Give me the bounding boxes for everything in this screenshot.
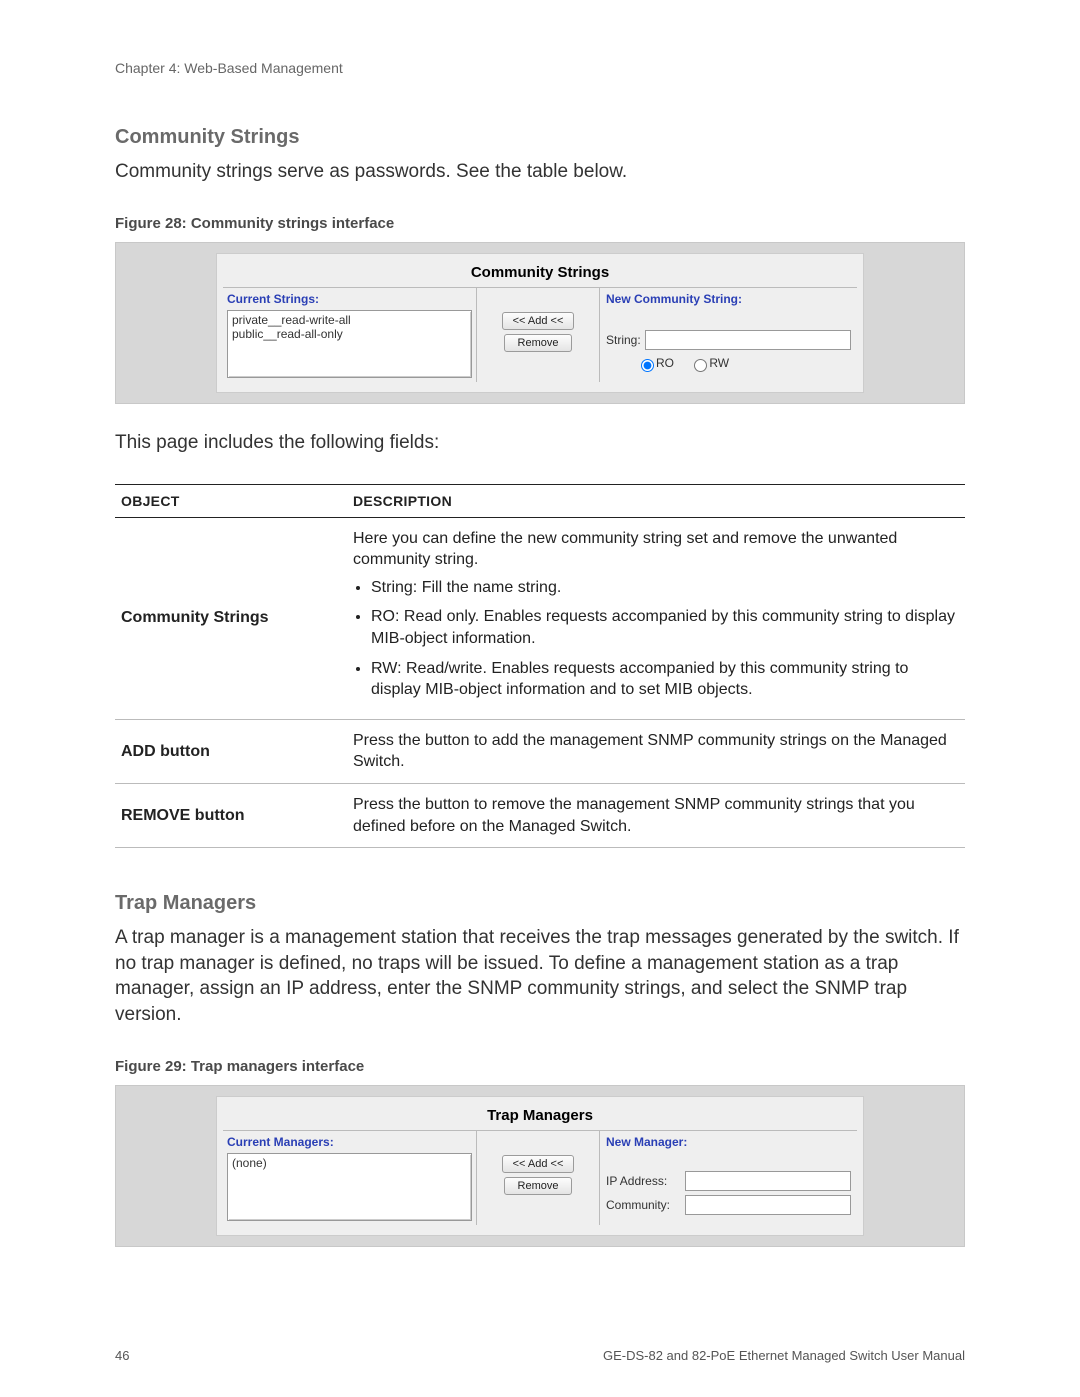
current-strings-label: Current Strings:	[227, 292, 472, 310]
current-strings-listbox[interactable]: private__read-write-all public__read-all…	[227, 310, 472, 378]
radio-ro[interactable]: RO	[636, 356, 674, 370]
ip-address-label: IP Address:	[606, 1174, 681, 1188]
manual-title: GE-DS-82 and 82-PoE Ethernet Managed Swi…	[603, 1348, 965, 1363]
list-item[interactable]: private__read-write-all	[232, 313, 467, 327]
table-row: ADD button Press the button to add the m…	[115, 719, 965, 783]
col-description: Description	[347, 484, 965, 517]
access-radio-group: RO RW	[606, 356, 851, 372]
radio-ro-label: RO	[656, 356, 674, 370]
fields-intro: This page includes the following fields:	[115, 432, 965, 454]
radio-rw[interactable]: RW	[689, 356, 729, 370]
trap-managers-ui: Trap Managers Current Managers: (none) <…	[216, 1096, 864, 1236]
figure29-panel: Trap Managers Current Managers: (none) <…	[115, 1085, 965, 1247]
table-row: Community Strings Here you can define th…	[115, 517, 965, 719]
col-object: Object	[115, 484, 347, 517]
fields-table: Object Description Community Strings Her…	[115, 484, 965, 849]
intro-trap-managers: A trap manager is a management station t…	[115, 925, 965, 1028]
current-managers-listbox[interactable]: (none)	[227, 1153, 472, 1221]
cell-object: ADD button	[115, 719, 347, 783]
list-item: RO: Read only. Enables requests accompan…	[371, 606, 959, 649]
remove-button[interactable]: Remove	[504, 1177, 572, 1195]
table-row: REMOVE button Press the button to remove…	[115, 783, 965, 847]
ui-title: Trap Managers	[223, 1103, 857, 1130]
radio-ro-input[interactable]	[641, 359, 654, 372]
radio-rw-input[interactable]	[694, 359, 707, 372]
list-item[interactable]: (none)	[232, 1156, 467, 1170]
desc-lead: Here you can define the new community st…	[353, 530, 897, 569]
heading-trap-managers: Trap Managers	[115, 892, 965, 915]
intro-community-strings: Community strings serve as passwords. Se…	[115, 159, 965, 185]
add-button[interactable]: << Add <<	[502, 312, 575, 330]
add-button[interactable]: << Add <<	[502, 1155, 575, 1173]
community-input[interactable]	[685, 1195, 851, 1215]
page-number: 46	[115, 1348, 129, 1363]
cell-object: REMOVE button	[115, 783, 347, 847]
remove-button[interactable]: Remove	[504, 334, 572, 352]
ui-title: Community Strings	[223, 260, 857, 287]
page-footer: 46 GE-DS-82 and 82-PoE Ethernet Managed …	[115, 1348, 965, 1363]
cell-description: Press the button to remove the managemen…	[347, 783, 965, 847]
figure29-caption: Figure 29: Trap managers interface	[115, 1058, 965, 1075]
new-community-string-label: New Community String:	[606, 292, 851, 310]
list-item: RW: Read/write. Enables requests accompa…	[371, 658, 959, 701]
figure28-caption: Figure 28: Community strings interface	[115, 215, 965, 232]
cell-description: Press the button to add the management S…	[347, 719, 965, 783]
ip-address-input[interactable]	[685, 1171, 851, 1191]
new-manager-label: New Manager:	[606, 1135, 851, 1153]
community-label: Community:	[606, 1198, 681, 1212]
cell-object: Community Strings	[115, 517, 347, 719]
string-label: String:	[606, 333, 641, 347]
desc-bullets: String: Fill the name string. RO: Read o…	[371, 577, 959, 701]
running-head: Chapter 4: Web-Based Management	[115, 60, 965, 76]
current-managers-label: Current Managers:	[227, 1135, 472, 1153]
list-item: String: Fill the name string.	[371, 577, 959, 599]
list-item[interactable]: public__read-all-only	[232, 327, 467, 341]
radio-rw-label: RW	[709, 356, 729, 370]
figure28-panel: Community Strings Current Strings: priva…	[115, 242, 965, 404]
cell-description: Here you can define the new community st…	[347, 517, 965, 719]
heading-community-strings: Community Strings	[115, 126, 965, 149]
string-input[interactable]	[645, 330, 851, 350]
community-strings-ui: Community Strings Current Strings: priva…	[216, 253, 864, 393]
